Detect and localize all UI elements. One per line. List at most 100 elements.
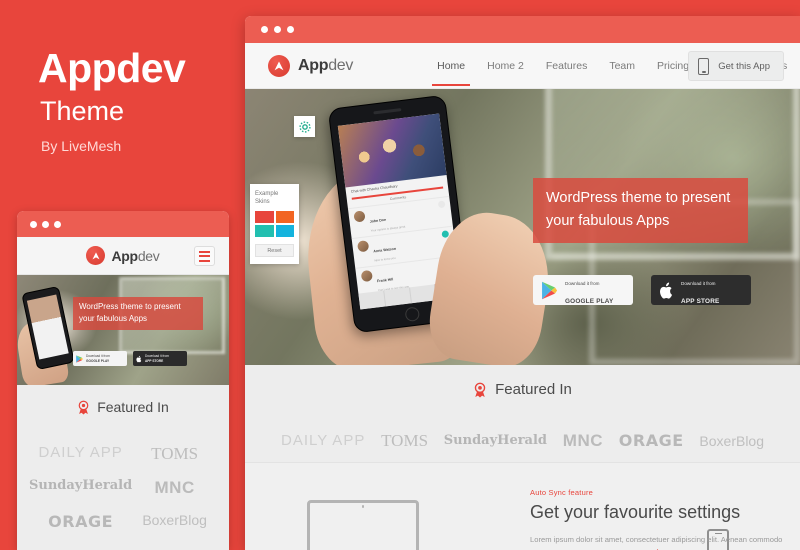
- hero-headline-line2: your fabulous Apps: [546, 213, 670, 230]
- ribbon-award-icon: [78, 400, 89, 414]
- google-play-button[interactable]: Download it from GOOGLE PLAY: [73, 351, 127, 366]
- comment-author: Anna Watson: [373, 246, 397, 254]
- brand-logo: SundayHerald: [29, 477, 133, 493]
- auto-sync-eyebrow: Auto Sync feature: [530, 488, 594, 497]
- hero-download-buttons: Download it from GOOGLE PLAY Download it…: [533, 275, 751, 305]
- mobile-brand-grid: DAILY APP TOMS SundayHerald MNC ORAGE Bo…: [17, 444, 229, 531]
- nav-item-home-2[interactable]: Home 2: [486, 46, 525, 86]
- mobile-logo-text: Appdev: [111, 247, 160, 264]
- traffic-light-dot: [54, 220, 61, 228]
- appdev-logo-icon: [86, 246, 106, 265]
- traffic-light-dot[interactable]: [287, 26, 294, 33]
- browser-titlebar: [245, 16, 800, 43]
- page-subtitle: Theme: [40, 96, 125, 126]
- nav-item-features[interactable]: Features: [545, 46, 588, 86]
- nav-item-pricing[interactable]: Pricing: [656, 46, 690, 86]
- hero-headline: WordPress theme to present your fabulous…: [533, 178, 748, 243]
- skins-title-line1: Example: [255, 191, 279, 197]
- mobile-site-nav: Appdev: [17, 237, 229, 275]
- google-play-label: Download it from GOOGLE PLAY: [86, 354, 110, 363]
- desktop-preview-window: Appdev Home Home 2 Features Team Pricing…: [245, 16, 800, 550]
- brand-logo: DAILY APP: [281, 432, 366, 449]
- mobile-phone-icon: [698, 57, 710, 75]
- mobile-titlebar: [17, 211, 229, 237]
- brand-logo: DAILY APP: [38, 443, 123, 461]
- brand-logo-row: DAILY APP TOMS SundayHerald MNC ORAGE Bo…: [245, 431, 800, 451]
- mobile-hero-caption-line1: WordPress theme to present: [79, 302, 181, 311]
- mobile-featured-title: Featured In: [97, 399, 169, 415]
- get-this-app-button[interactable]: Get this App: [688, 51, 784, 81]
- comment-author: Frank Hill: [376, 277, 394, 284]
- google-play-sublabel: Download it from: [565, 281, 600, 286]
- nav-item-team[interactable]: Team: [608, 46, 636, 86]
- skin-swatch-blue[interactable]: [275, 225, 294, 238]
- mobile-featured-section: Featured In DAILY APP TOMS SundayHerald …: [17, 385, 229, 550]
- traffic-light-dot[interactable]: [274, 26, 281, 33]
- site-logo[interactable]: Appdev: [268, 54, 354, 77]
- brand-logo: MNC: [562, 430, 603, 450]
- hero-phone-mockup: Chat with Chacha Chaudhary Comments John…: [298, 89, 559, 365]
- skin-swatch-teal[interactable]: [255, 225, 274, 238]
- skins-settings-toggle[interactable]: [294, 116, 315, 137]
- brand-logo: BoxerBlog: [142, 511, 207, 528]
- auto-sync-section: Auto Sync feature Get your favourite set…: [245, 463, 800, 550]
- mobile-featured-heading: Featured In: [77, 399, 169, 415]
- brand-logo: BoxerBlog: [699, 432, 764, 449]
- app-store-sublabel: Download it from: [681, 281, 716, 286]
- avatar: [353, 210, 366, 223]
- app-store-button[interactable]: Download it from APP STORE: [133, 351, 187, 366]
- brand-logo: TOMS: [151, 443, 199, 463]
- mobile-hero-section: WordPress theme to present your fabulous…: [17, 275, 229, 385]
- mobile-preview-window: Appdev WordPress theme to present your f…: [17, 211, 229, 550]
- skin-swatch-orange[interactable]: [275, 211, 294, 224]
- skins-title-line2: Skins: [255, 199, 270, 206]
- google-play-storename: GOOGLE PLAY: [565, 298, 614, 305]
- auto-sync-body: Lorem ipsum dolor sit amet, consectetuer…: [530, 535, 783, 544]
- skins-panel-title: Example Skins: [255, 190, 294, 206]
- ribbon-award-icon: [474, 382, 486, 398]
- traffic-light-dot[interactable]: [261, 26, 268, 33]
- site-navigation-bar: Appdev Home Home 2 Features Team Pricing…: [245, 43, 800, 89]
- mobile-logo[interactable]: Appdev: [86, 246, 160, 265]
- site-logo-text: Appdev: [298, 56, 354, 74]
- featured-in-heading: Featured In: [473, 381, 572, 398]
- featured-in-section: Featured In DAILY APP TOMS SundayHerald …: [245, 365, 800, 463]
- phone-home-button: [404, 306, 421, 323]
- comment-author: John Doe: [369, 217, 387, 224]
- google-play-icon: [76, 354, 83, 363]
- skin-swatches: [255, 211, 294, 238]
- phone-tab[interactable]: [383, 287, 412, 307]
- gear-icon: [298, 120, 311, 133]
- hamburger-menu-icon[interactable]: [194, 246, 215, 266]
- featured-in-title: Featured In: [495, 381, 572, 398]
- author-byline: By LiveMesh: [41, 138, 122, 154]
- app-store-storename: APP STORE: [681, 298, 720, 305]
- appdev-logo-icon: [268, 54, 290, 77]
- nav-item-home[interactable]: Home: [432, 46, 471, 86]
- app-store-label: Download it from APP STORE: [145, 354, 169, 363]
- comment-meta: Nice to know you: [374, 255, 396, 263]
- mobile-hero-caption-line2: your fabulous Apps: [79, 314, 148, 324]
- brand-logo: ORAGE: [618, 431, 684, 450]
- app-store-button[interactable]: Download it from APP STORE: [651, 275, 751, 305]
- traffic-light-dot: [30, 220, 37, 228]
- avatar: [357, 240, 370, 253]
- hero-headline-line1: WordPress theme to present: [546, 190, 731, 206]
- traffic-light-dot: [42, 220, 49, 228]
- page-title: Appdev: [38, 45, 186, 91]
- comment-badge: [437, 200, 446, 209]
- auto-sync-copy: Auto Sync feature Get your favourite set…: [530, 488, 792, 547]
- brand-logo: SundayHerald: [443, 433, 548, 448]
- brand-logo: MNC: [154, 477, 195, 497]
- app-store-label: Download it from APP STORE: [681, 272, 720, 308]
- brand-logo: ORAGE: [48, 511, 114, 531]
- skin-swatch-red[interactable]: [255, 211, 274, 224]
- hero-section: Example Skins Reset Chat with Chacha Cha…: [245, 89, 800, 365]
- example-skins-panel: Example Skins Reset: [250, 184, 299, 265]
- google-play-button[interactable]: Download it from GOOGLE PLAY: [533, 275, 633, 305]
- skins-reset-button[interactable]: Reset: [255, 244, 294, 258]
- phone-tab[interactable]: [358, 290, 386, 310]
- avatar: [360, 269, 373, 283]
- screenshot-stage: Appdev Theme By LiveMesh Appdev WordPres…: [0, 0, 800, 550]
- mobile-download-buttons: Download it from GOOGLE PLAY Download it …: [73, 351, 187, 366]
